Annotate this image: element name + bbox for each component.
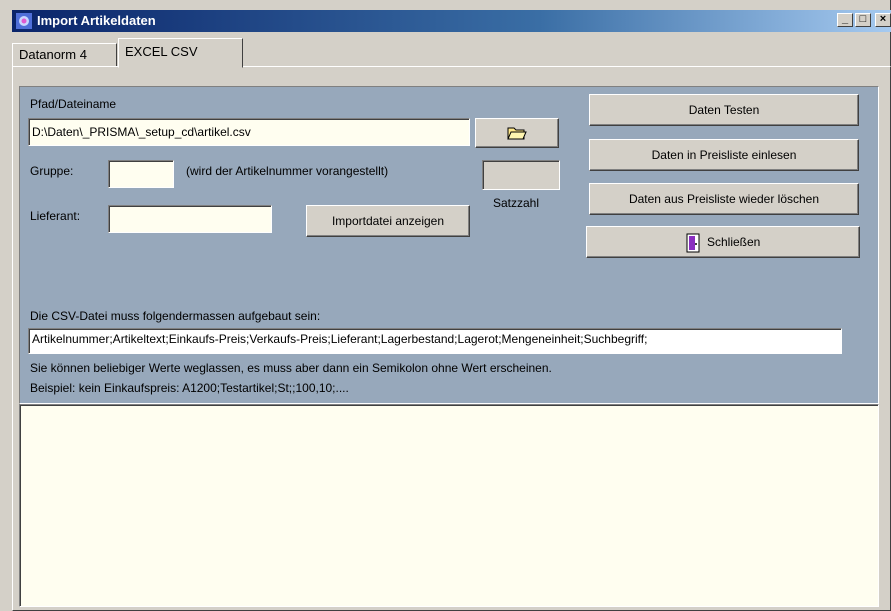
- path-field[interactable]: D:\Daten\_PRISMA\_setup_cd\artikel.csv: [28, 118, 470, 146]
- group-field[interactable]: [108, 160, 174, 188]
- group-label: Gruppe:: [30, 164, 74, 178]
- exit-door-icon: [686, 233, 700, 253]
- record-count-field: [482, 160, 560, 190]
- tab-excel-csv[interactable]: EXCEL CSV: [118, 38, 243, 68]
- import-window: Import Artikeldaten _ □ × Datanorm 4 EXC…: [0, 0, 891, 611]
- close-window-button[interactable]: ×: [875, 13, 891, 27]
- window-title: Import Artikeldaten: [37, 13, 156, 28]
- group-hint: (wird der Artikelnummer vorangestellt): [186, 164, 389, 178]
- delete-pricelist-button[interactable]: Daten aus Preisliste wieder löschen: [589, 183, 859, 215]
- minimize-button[interactable]: _: [837, 13, 853, 27]
- import-pricelist-button[interactable]: Daten in Preisliste einlesen: [589, 139, 859, 171]
- output-area[interactable]: [19, 404, 879, 607]
- csv-format-heading: Die CSV-Datei muss folgendermassen aufge…: [30, 309, 321, 323]
- app-icon: [16, 13, 32, 29]
- csv-note: Sie können beliebiger Werte weglassen, e…: [30, 361, 552, 375]
- supplier-label: Lieferant:: [30, 209, 81, 223]
- show-import-file-button[interactable]: Importdatei anzeigen: [306, 205, 470, 237]
- supplier-field[interactable]: [108, 205, 272, 233]
- test-data-button[interactable]: Daten Testen: [589, 94, 859, 126]
- path-label: Pfad/Dateiname: [30, 97, 117, 111]
- close-button-label: Schließen: [706, 235, 761, 249]
- import-settings-panel: Pfad/Dateiname D:\Daten\_PRISMA\_setup_c…: [19, 86, 879, 404]
- tab-datanorm[interactable]: Datanorm 4: [12, 43, 117, 67]
- browse-button[interactable]: [475, 118, 559, 148]
- title-bar[interactable]: Import Artikeldaten _ □ ×: [12, 10, 891, 32]
- csv-example: Beispiel: kein Einkaufspreis: A1200;Test…: [30, 381, 349, 395]
- csv-format-field[interactable]: Artikelnummer;Artikeltext;Einkaufs-Preis…: [28, 328, 842, 354]
- folder-open-icon: [507, 127, 527, 140]
- record-count-label: Satzzahl: [493, 196, 540, 210]
- close-button[interactable]: Schließen: [586, 226, 860, 258]
- maximize-button[interactable]: □: [855, 13, 871, 27]
